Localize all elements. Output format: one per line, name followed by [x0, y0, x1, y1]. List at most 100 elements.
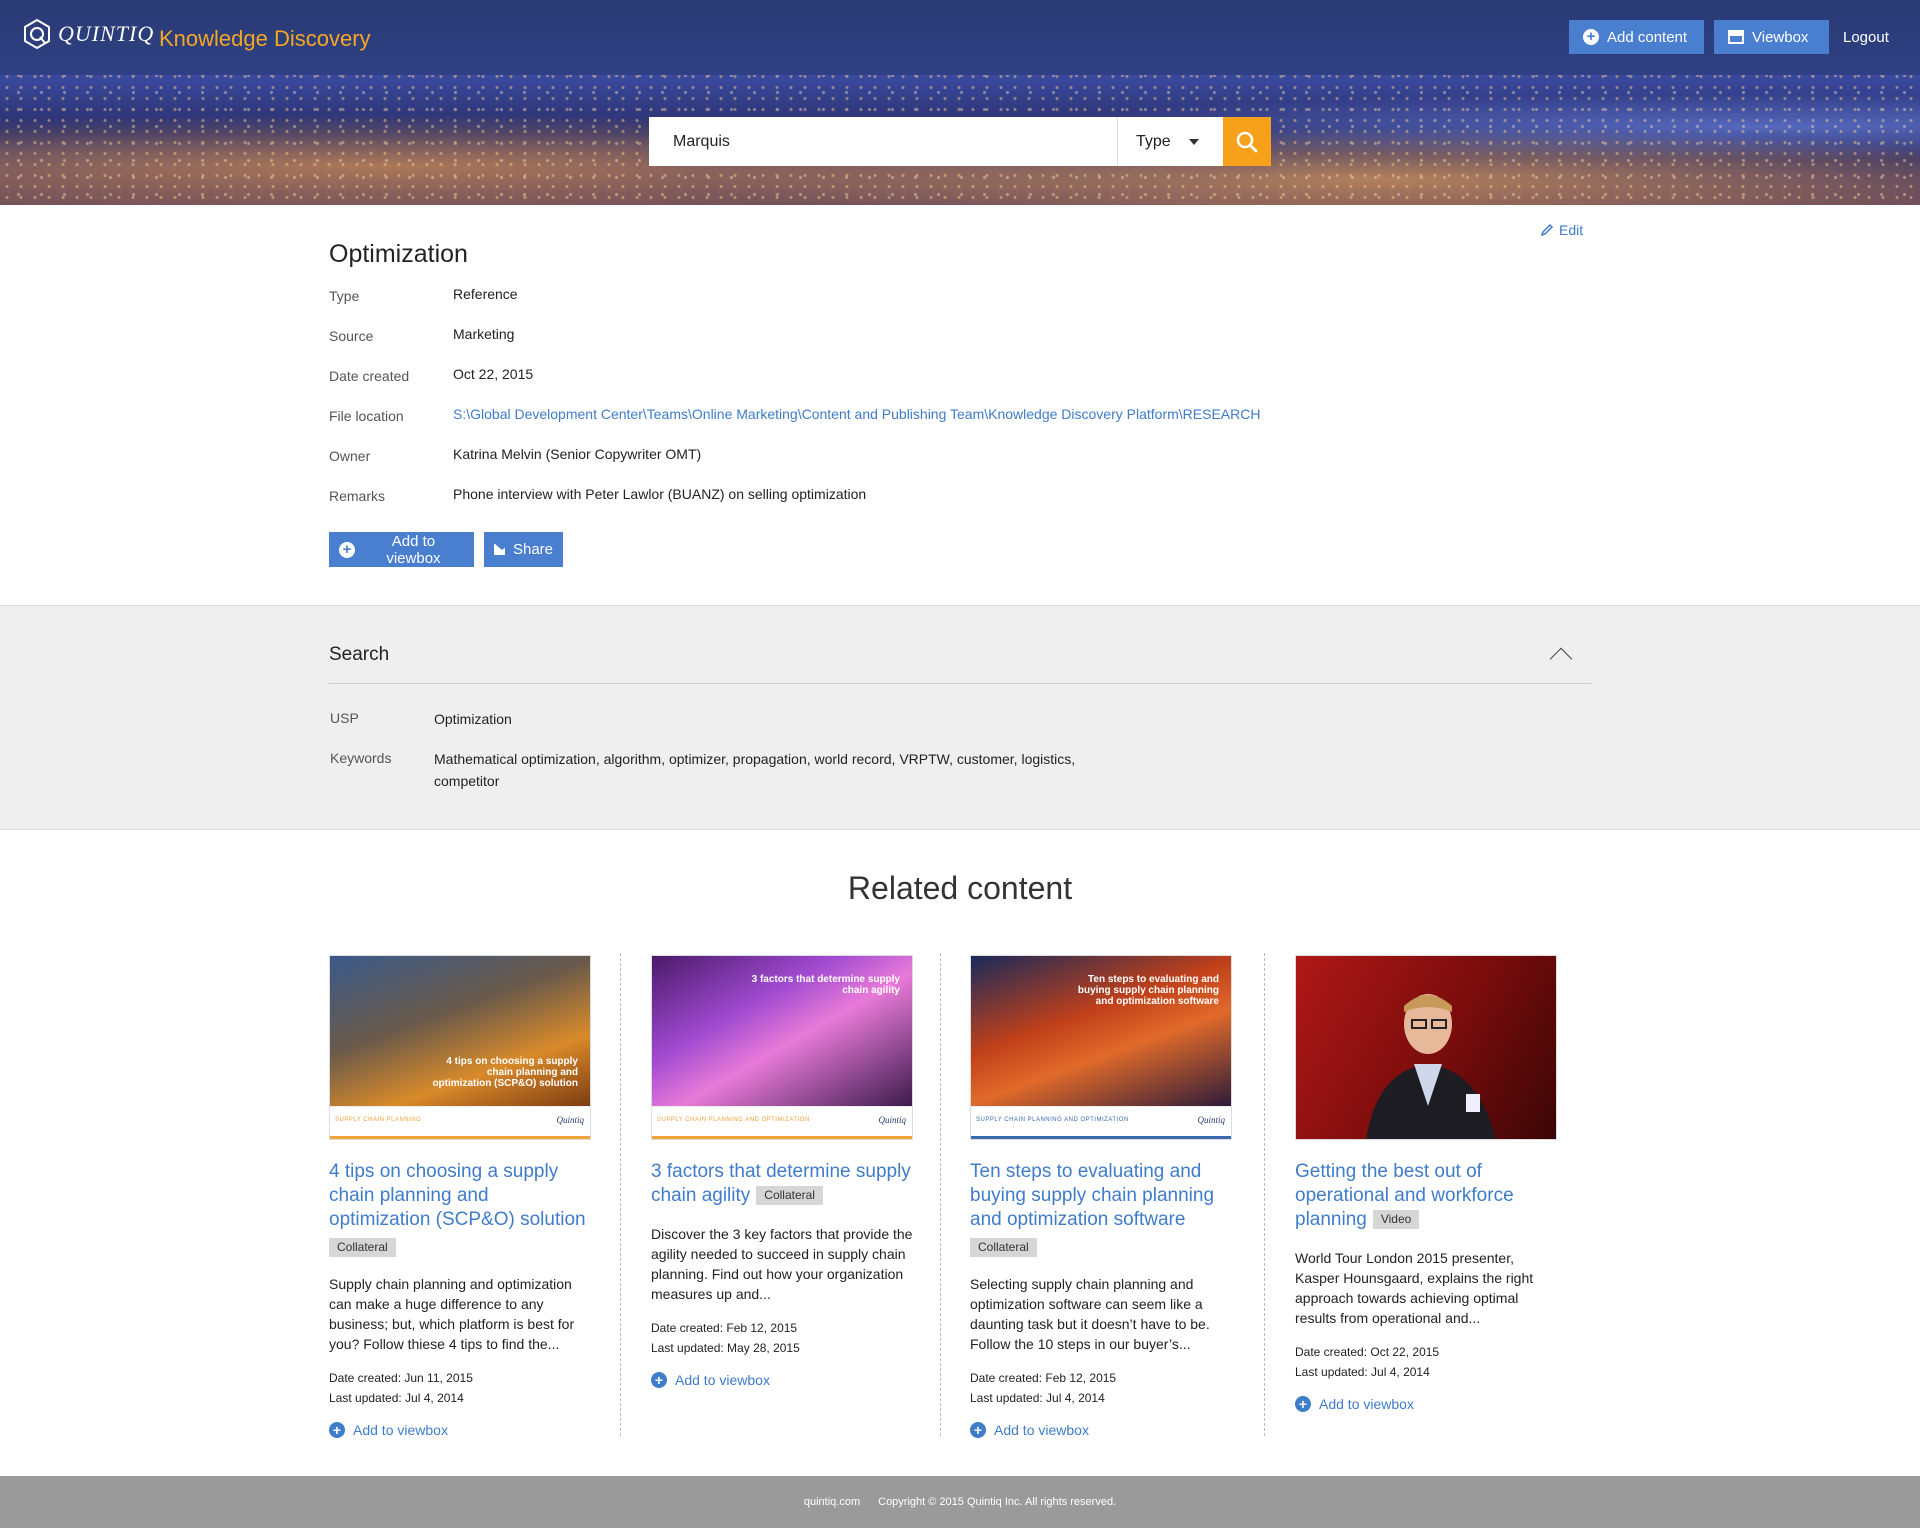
type-dropdown-label: Type	[1136, 132, 1171, 150]
add-to-viewbox-link[interactable]: + Add to viewbox	[329, 1422, 591, 1438]
plus-circle-icon: +	[339, 541, 355, 558]
plus-circle-icon: +	[1295, 1396, 1311, 1412]
thumbnail-logo: Quintiq	[556, 1115, 584, 1125]
add-content-button[interactable]: + Add content	[1569, 20, 1704, 54]
quintiq-logo-icon	[24, 18, 50, 50]
add-to-viewbox-link[interactable]: + Add to viewbox	[651, 1372, 913, 1388]
card-description: Supply chain planning and optimization c…	[329, 1276, 575, 1352]
thumbnail-caption: 3 factors that determine supply chain ag…	[751, 974, 900, 996]
related-content-title: Related content	[847, 870, 1073, 906]
card-thumbnail[interactable]: 3 factors that determine supply chain ag…	[651, 955, 913, 1140]
card-title-link[interactable]: 4 tips on choosing a supply chain planni…	[329, 1160, 591, 1232]
keywords-value: Mathematical optimization, algorithm, op…	[434, 751, 1076, 789]
usp-value: Optimization	[434, 711, 512, 727]
top-bar: QUINTIQ Knowledge Discovery + Add conten…	[0, 0, 1920, 75]
last-updated: Last updated: Jul 4, 2014	[329, 1391, 464, 1405]
card-divider	[620, 953, 621, 1436]
source-value: Marketing	[453, 326, 515, 342]
quintiq-logo[interactable]: QUINTIQ	[22, 18, 154, 50]
share-button[interactable]: Share	[484, 532, 563, 567]
footer: quintiq.com Copyright © 2015 Quintiq Inc…	[0, 1476, 1920, 1528]
source-label: Source	[329, 328, 374, 344]
thumbnail-caption: Ten steps to evaluating and buying suppl…	[1077, 974, 1219, 1007]
thumbnail-footer-text: Supply chain planning and optimization	[976, 1117, 1129, 1123]
keywords-label: Keywords	[330, 750, 392, 766]
usp-label: USP	[330, 710, 359, 726]
search-section-title: Search	[329, 644, 390, 665]
add-to-viewbox-button[interactable]: + Add to viewbox	[329, 532, 474, 567]
add-to-viewbox-label: Add to viewbox	[353, 1422, 448, 1438]
related-card: 4 tips on choosing a supply chain planni…	[329, 955, 591, 1438]
add-to-viewbox-label: Add to viewbox	[675, 1372, 770, 1388]
chevron-down-icon	[1188, 138, 1199, 145]
footer-copyright: Copyright © 2015 Quintiq Inc. All rights…	[878, 1496, 1117, 1508]
type-label: Type	[329, 288, 360, 304]
content-type-badge: Collateral	[329, 1238, 396, 1257]
content-type-badge: Video	[1372, 1210, 1420, 1229]
card-dates: Date created: Jun 11, 2015 Last updated:…	[329, 1368, 591, 1408]
add-to-viewbox-link[interactable]: + Add to viewbox	[1295, 1396, 1557, 1412]
thumbnail-footer: Supply chain planning and optimization Q…	[652, 1106, 912, 1139]
search-button[interactable]	[1223, 117, 1271, 166]
related-card: 3 factors that determine supply chain ag…	[651, 955, 913, 1388]
edit-link[interactable]: Edit	[1540, 222, 1583, 238]
plus-circle-icon: +	[329, 1422, 345, 1438]
card-title-link[interactable]: 3 factors that determine supply chain ag…	[651, 1160, 913, 1208]
add-to-viewbox-link[interactable]: + Add to viewbox	[970, 1422, 1232, 1438]
plus-circle-icon: +	[651, 1372, 667, 1388]
thumbnail-footer: Supply chain planning Quintiq	[330, 1106, 590, 1139]
card-divider	[1264, 953, 1265, 1436]
card-title-link[interactable]: Getting the best out of operational and …	[1295, 1160, 1557, 1232]
card-description: Discover the 3 key factors that provide …	[651, 1226, 913, 1302]
file-location-link[interactable]: S:\Global Development Center\Teams\Onlin…	[453, 406, 1260, 422]
divider	[329, 683, 1591, 684]
plus-circle-icon: +	[970, 1422, 986, 1438]
owner-value: Katrina Melvin (Senior Copywriter OMT)	[453, 446, 702, 462]
owner-label: Owner	[329, 448, 371, 464]
remarks-label: Remarks	[329, 488, 386, 504]
remarks-value: Phone interview with Peter Lawlor (BUANZ…	[453, 486, 867, 502]
related-card: Getting the best out of operational and …	[1295, 955, 1557, 1412]
date-created-value: Oct 22, 2015	[453, 366, 534, 382]
card-thumbnail[interactable]: 4 tips on choosing a supply chain planni…	[329, 955, 591, 1140]
thumbnail-footer: Supply chain planning and optimization Q…	[971, 1106, 1231, 1139]
last-updated: Last updated: May 28, 2015	[651, 1341, 800, 1355]
last-updated: Last updated: Jul 4, 2014	[970, 1391, 1105, 1405]
add-to-viewbox-label: Add to viewbox	[386, 532, 441, 567]
add-to-viewbox-label: Add to viewbox	[1319, 1396, 1414, 1412]
content-type-badge: Collateral	[756, 1186, 823, 1205]
video-thumbnail[interactable]	[1295, 955, 1557, 1140]
viewbox-button[interactable]: Viewbox	[1714, 20, 1829, 54]
card-thumbnail[interactable]: Ten steps to evaluating and buying suppl…	[970, 955, 1232, 1140]
app-title: Knowledge Discovery	[159, 26, 371, 51]
card-description: World Tour London 2015 presenter, Kasper…	[1295, 1250, 1534, 1326]
card-title-link[interactable]: Ten steps to evaluating and buying suppl…	[970, 1160, 1232, 1232]
search-icon	[1236, 131, 1258, 152]
thumbnail-footer-text: Supply chain planning	[335, 1117, 422, 1123]
thumbnail-caption: 4 tips on choosing a supply chain planni…	[432, 1056, 578, 1089]
share-label: Share	[512, 541, 553, 558]
viewbox-label: Viewbox	[1752, 28, 1809, 46]
date-created-label: Date created	[329, 368, 410, 384]
file-location-label: File location	[329, 408, 404, 424]
plus-circle-icon: +	[1583, 29, 1599, 45]
date-created: Date created: Feb 12, 2015	[651, 1321, 798, 1335]
card-description: Selecting supply chain planning and opti…	[970, 1276, 1210, 1352]
presenter-figure	[1366, 994, 1496, 1139]
type-dropdown[interactable]: Type	[1117, 117, 1223, 166]
related-card: Ten steps to evaluating and buying suppl…	[970, 955, 1232, 1438]
chevron-up-icon[interactable]	[1549, 647, 1573, 671]
viewbox-icon	[1728, 30, 1744, 44]
hero-banner: Type	[0, 75, 1920, 205]
add-to-viewbox-label: Add to viewbox	[994, 1422, 1089, 1438]
card-dates: Date created: Feb 12, 2015 Last updated:…	[970, 1368, 1232, 1408]
card-dates: Date created: Oct 22, 2015 Last updated:…	[1295, 1342, 1557, 1382]
thumbnail-logo: Quintiq	[878, 1115, 906, 1125]
footer-site-link[interactable]: quintiq.com	[804, 1496, 860, 1508]
date-created: Date created: Oct 22, 2015	[1295, 1345, 1440, 1359]
pencil-icon	[1540, 223, 1554, 237]
thumbnail-logo: Quintiq	[1197, 1115, 1225, 1125]
logout-link[interactable]: Logout	[1843, 29, 1889, 46]
last-updated: Last updated: Jul 4, 2014	[1295, 1365, 1430, 1379]
search-input[interactable]	[649, 117, 1117, 166]
